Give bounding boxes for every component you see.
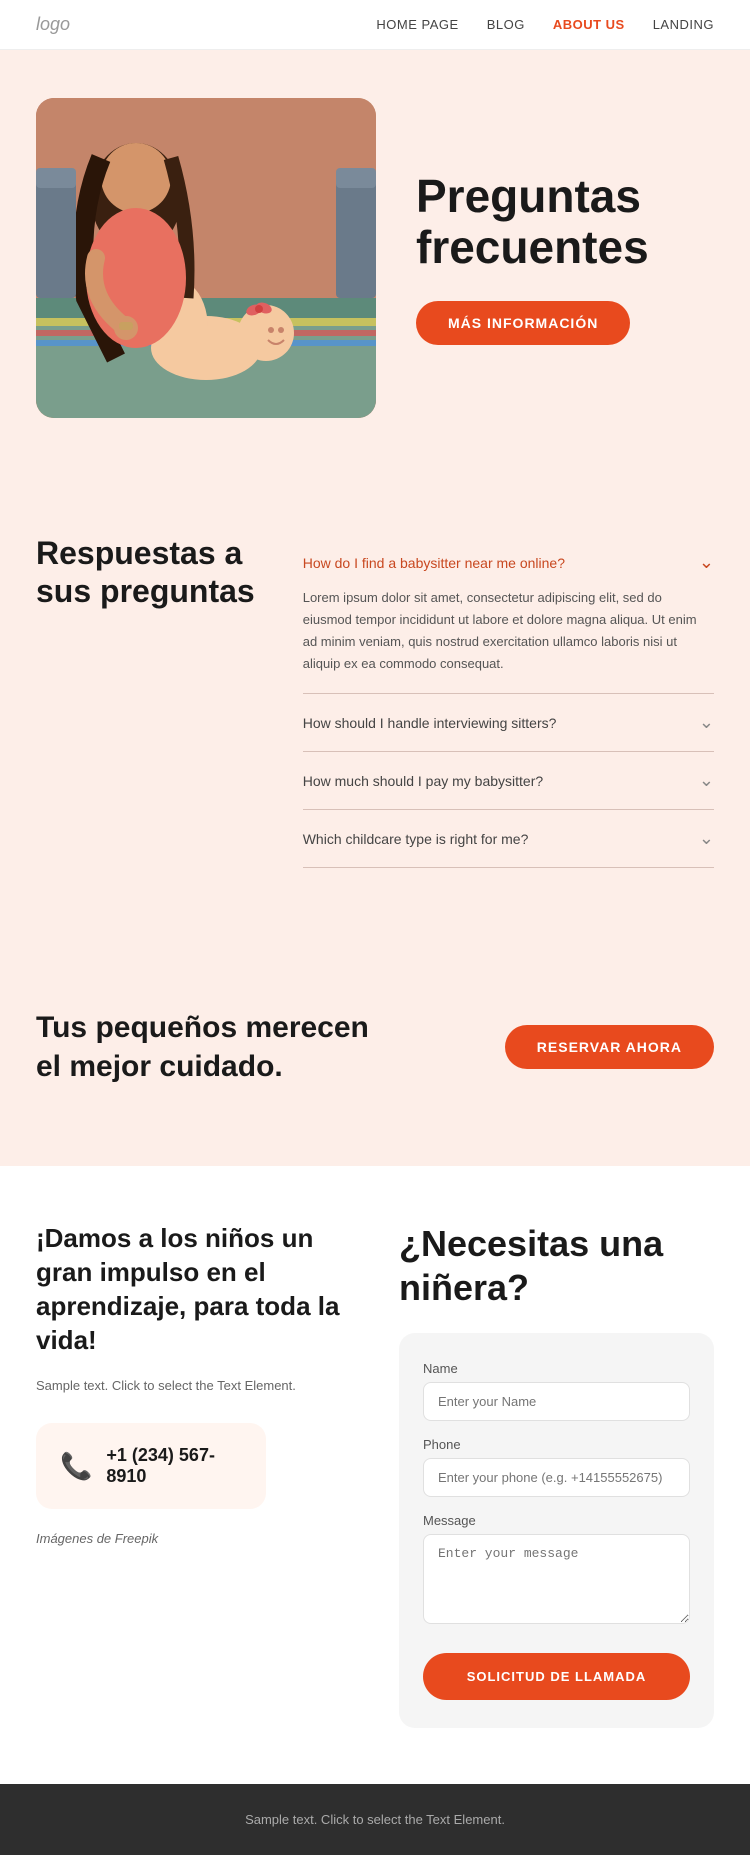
form-group-phone: Phone (423, 1437, 690, 1497)
form-name-input[interactable] (423, 1382, 690, 1421)
faq-question-4: Which childcare type is right for me? (303, 831, 529, 847)
faq-item-3-header[interactable]: How much should I pay my babysitter? ⌄ (303, 770, 714, 791)
faq-chevron-4: ⌄ (699, 828, 714, 849)
cta-banner: Tus pequeños merecen el mejor cuidado. R… (0, 948, 750, 1166)
nav-about[interactable]: ABOUT US (553, 17, 625, 32)
cta-button[interactable]: RESERVAR AHORA (505, 1025, 714, 1069)
faq-chevron-3: ⌄ (699, 770, 714, 791)
contact-section: ¡Damos a los niños un gran impulso en el… (0, 1166, 750, 1783)
nav-landing[interactable]: LANDING (653, 17, 714, 32)
faq-item-1: How do I find a babysitter near me onlin… (303, 534, 714, 694)
faq-question-3: How much should I pay my babysitter? (303, 773, 543, 789)
faq-chevron-2: ⌄ (699, 712, 714, 733)
faq-list: How do I find a babysitter near me onlin… (303, 534, 714, 868)
contact-left-text: Sample text. Click to select the Text El… (36, 1376, 351, 1396)
faq-item-4: Which childcare type is right for me? ⌄ (303, 810, 714, 868)
cta-heading: Tus pequeños merecen el mejor cuidado. (36, 1008, 376, 1086)
nav-blog[interactable]: BLOG (487, 17, 525, 32)
phone-icon: 📞 (60, 1451, 92, 1482)
hero-section: Preguntas frecuentes MÁS INFORMACIÓN (0, 50, 750, 474)
footer: Sample text. Click to select the Text El… (0, 1784, 750, 1855)
faq-item-1-header[interactable]: How do I find a babysitter near me onlin… (303, 552, 714, 573)
faq-item-4-header[interactable]: Which childcare type is right for me? ⌄ (303, 828, 714, 849)
faq-heading-area: Respuestas a sus preguntas (36, 534, 255, 868)
faq-answer-1: Lorem ipsum dolor sit amet, consectetur … (303, 587, 714, 675)
nav-home[interactable]: HOME PAGE (376, 17, 458, 32)
contact-right-heading: ¿Necesitas una niñera? (399, 1222, 714, 1308)
form-group-name: Name (423, 1361, 690, 1421)
faq-section: Respuestas a sus preguntas How do I find… (0, 474, 750, 948)
faq-chevron-1: ⌄ (699, 552, 714, 573)
form-phone-input[interactable] (423, 1458, 690, 1497)
contact-form: Name Phone Message SOLICITUD DE LLAMADA (399, 1333, 714, 1728)
faq-question-2: How should I handle interviewing sitters… (303, 715, 557, 731)
contact-right: ¿Necesitas una niñera? Name Phone Messag… (399, 1222, 714, 1727)
logo: logo (36, 14, 70, 35)
form-message-textarea[interactable] (423, 1534, 690, 1624)
contact-left: ¡Damos a los niños un gran impulso en el… (36, 1222, 351, 1727)
faq-heading: Respuestas a sus preguntas (36, 534, 255, 611)
form-phone-label: Phone (423, 1437, 690, 1452)
phone-box[interactable]: 📞 +1 (234) 567-8910 (36, 1423, 266, 1509)
freepik-credit: Imágenes de Freepik (36, 1529, 351, 1549)
footer-text: Sample text. Click to select the Text El… (36, 1812, 714, 1827)
phone-number: +1 (234) 567-8910 (106, 1445, 242, 1487)
faq-question-1: How do I find a babysitter near me onlin… (303, 555, 565, 571)
faq-item-2: How should I handle interviewing sitters… (303, 694, 714, 752)
form-message-label: Message (423, 1513, 690, 1528)
form-name-label: Name (423, 1361, 690, 1376)
nav-links: HOME PAGE BLOG ABOUT US LANDING (376, 17, 714, 32)
form-submit-button[interactable]: SOLICITUD DE LLAMADA (423, 1653, 690, 1700)
navbar: logo HOME PAGE BLOG ABOUT US LANDING (0, 0, 750, 50)
contact-left-heading: ¡Damos a los niños un gran impulso en el… (36, 1222, 351, 1357)
hero-image (36, 98, 376, 418)
form-group-message: Message (423, 1513, 690, 1629)
hero-cta-button[interactable]: MÁS INFORMACIÓN (416, 301, 630, 345)
hero-text: Preguntas frecuentes MÁS INFORMACIÓN (416, 171, 714, 344)
faq-item-3: How much should I pay my babysitter? ⌄ (303, 752, 714, 810)
faq-item-2-header[interactable]: How should I handle interviewing sitters… (303, 712, 714, 733)
hero-heading: Preguntas frecuentes (416, 171, 714, 272)
